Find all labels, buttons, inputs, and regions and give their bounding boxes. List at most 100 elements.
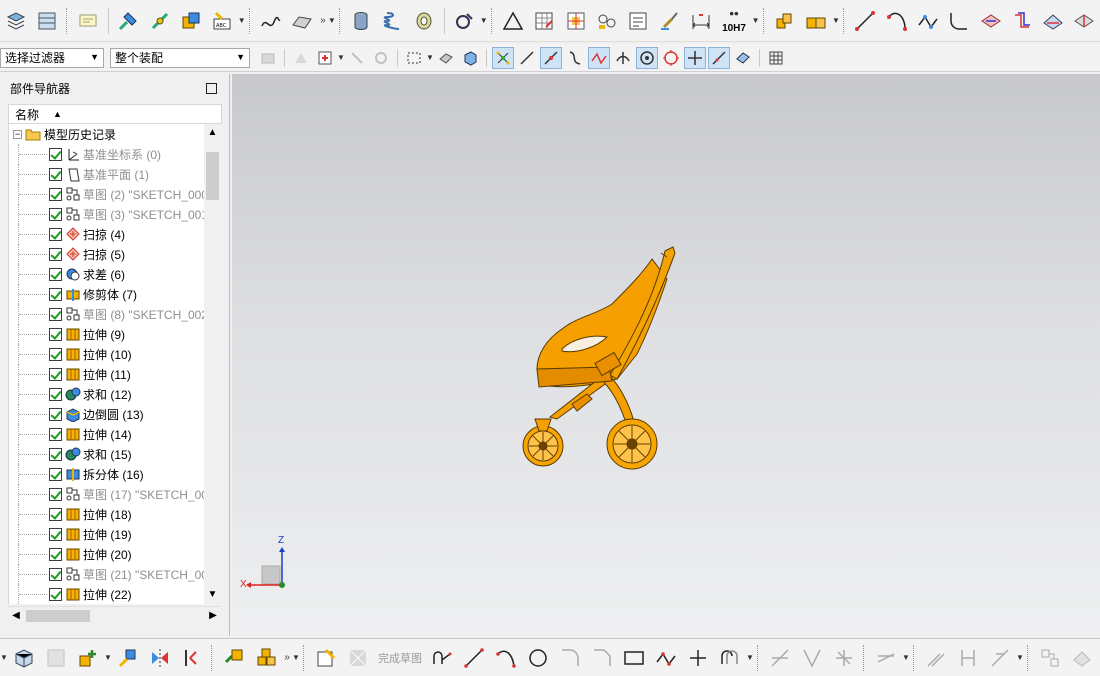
tree-row[interactable]: 基准坐标系 (0) <box>9 144 208 164</box>
quick-extend-icon[interactable] <box>798 644 826 672</box>
tree-row[interactable]: 基准平面 (1) <box>9 164 208 184</box>
tree-row[interactable]: 草图 (17) "SKETCH_00 <box>9 484 208 504</box>
sketch-offset-icon[interactable] <box>716 644 744 672</box>
select-features-icon[interactable] <box>290 47 312 69</box>
visibility-checkbox[interactable] <box>49 547 62 561</box>
bearing-icon[interactable] <box>410 7 437 35</box>
visibility-checkbox[interactable] <box>49 567 62 581</box>
name-column-header[interactable]: 名称 ▲ <box>8 104 222 124</box>
snap-center-icon[interactable] <box>636 46 658 69</box>
associative-constraint-icon[interactable] <box>922 644 950 672</box>
general-selection-icon[interactable] <box>314 47 336 69</box>
tree-row[interactable]: 求和 (15) <box>9 444 208 464</box>
maximize-icon[interactable] <box>206 82 217 94</box>
visibility-checkbox[interactable] <box>49 187 62 201</box>
scroll-right-icon[interactable]: ▶ <box>205 607 221 625</box>
tree-row[interactable]: 草图 (3) "SKETCH_001 <box>9 204 208 224</box>
display-constraints-icon[interactable] <box>954 644 982 672</box>
snap-curve-icon[interactable] <box>564 47 586 69</box>
snap-face-icon[interactable] <box>732 47 754 69</box>
stroller-model[interactable] <box>517 239 717 479</box>
brush-icon[interactable] <box>656 7 683 35</box>
tree-row[interactable]: 扫掠 (4) <box>9 224 208 244</box>
sketch-fillet-icon[interactable] <box>556 644 584 672</box>
tree-row[interactable]: 拉伸 (9) <box>9 324 208 344</box>
visibility-checkbox[interactable] <box>49 587 62 601</box>
finish-sketch-label[interactable]: 完成草图 <box>378 650 422 666</box>
wave-geometry-icon[interactable] <box>42 644 70 672</box>
assembly-icon[interactable] <box>771 7 798 35</box>
tree-row[interactable]: 求差 (6) <box>9 264 208 284</box>
visibility-checkbox[interactable] <box>49 247 62 261</box>
drafting-icon[interactable]: ABC <box>208 7 235 35</box>
weld-icon[interactable] <box>593 7 620 35</box>
tree-row[interactable]: 边倒圆 (13) <box>9 404 208 424</box>
vertical-scrollbar[interactable]: ▲ ▼ <box>204 124 221 604</box>
triangle-icon[interactable] <box>500 7 527 35</box>
tree-row[interactable]: 拉伸 (19) <box>9 524 208 544</box>
new-component-icon[interactable] <box>803 7 830 35</box>
section-curve-icon[interactable] <box>1071 7 1098 35</box>
sketch-line-icon[interactable] <box>460 644 488 672</box>
select-tangent-icon[interactable] <box>370 47 392 69</box>
tree-row[interactable]: 拉伸 (10) <box>9 344 208 364</box>
fillet-curve-icon[interactable] <box>946 7 973 35</box>
tree-row[interactable]: 草图 (21) "SKETCH_00 <box>9 564 208 584</box>
tree-row[interactable]: 拆分体 (16) <box>9 464 208 484</box>
sketch-spline-icon[interactable] <box>652 644 680 672</box>
tree-row[interactable]: 求和 (12) <box>9 384 208 404</box>
sketch-relations-icon[interactable] <box>1036 644 1064 672</box>
visibility-checkbox[interactable] <box>49 307 62 321</box>
visibility-checkbox[interactable] <box>49 267 62 281</box>
visibility-checkbox[interactable] <box>49 367 62 381</box>
offset-curve-icon[interactable] <box>1008 7 1035 35</box>
intersection-curve-icon[interactable] <box>1039 7 1066 35</box>
rectangle-select-icon[interactable] <box>403 47 425 69</box>
tree-row[interactable]: 拉伸 (18) <box>9 504 208 524</box>
visibility-checkbox[interactable] <box>49 147 62 161</box>
snap-midpoint-icon[interactable] <box>540 46 562 69</box>
tree-row[interactable]: 拉伸 (20) <box>9 544 208 564</box>
tree-row[interactable]: 扫掠 (5) <box>9 244 208 264</box>
subassembly-icon[interactable] <box>252 644 280 672</box>
tree-row[interactable]: 草图 (8) "SKETCH_002 <box>9 304 208 324</box>
snap-grid-icon[interactable] <box>765 47 787 69</box>
tree-row[interactable]: 拉伸 (11) <box>9 364 208 384</box>
visibility-checkbox[interactable] <box>49 407 62 421</box>
surface-icon[interactable] <box>289 7 316 35</box>
move-component-icon[interactable] <box>115 7 142 35</box>
sketch-rectangle-icon[interactable] <box>620 644 648 672</box>
snap-line-icon[interactable] <box>516 47 538 69</box>
tolerance-icon[interactable]: 10H7 <box>718 7 749 35</box>
note-icon[interactable] <box>625 7 652 35</box>
assembly-navigator-icon[interactable] <box>10 644 38 672</box>
sketch-chamfer-icon[interactable] <box>588 644 616 672</box>
hscroll-thumb[interactable] <box>26 610 90 622</box>
collapse-toggle-icon[interactable]: − <box>13 129 22 139</box>
mirror-assembly-icon[interactable] <box>146 644 174 672</box>
scroll-left-icon[interactable]: ◀ <box>8 607 24 625</box>
sketch-circle-icon[interactable] <box>524 644 552 672</box>
visibility-checkbox[interactable] <box>49 167 62 181</box>
component-pattern-icon[interactable] <box>220 644 248 672</box>
cylinder-icon[interactable] <box>348 7 375 35</box>
visibility-checkbox[interactable] <box>49 347 62 361</box>
sketch-arc-icon[interactable] <box>492 644 520 672</box>
snap-tangent-icon[interactable] <box>612 47 634 69</box>
snap-intersection-icon[interactable] <box>684 46 706 69</box>
arc-icon[interactable] <box>883 7 910 35</box>
visibility-checkbox[interactable] <box>49 467 62 481</box>
visibility-checkbox[interactable] <box>49 527 62 541</box>
visibility-checkbox[interactable] <box>49 487 62 501</box>
add-existing-icon[interactable] <box>74 644 102 672</box>
profile-icon[interactable] <box>428 644 456 672</box>
spring-icon[interactable] <box>379 7 406 35</box>
scroll-up-icon[interactable]: ▲ <box>204 124 221 142</box>
tree-row[interactable]: 草图 (2) "SKETCH_000 <box>9 184 208 204</box>
scroll-down-icon[interactable]: ▼ <box>204 586 221 604</box>
scroll-thumb[interactable] <box>206 152 219 200</box>
component-selection-icon[interactable] <box>257 47 279 69</box>
selection-filter-dropdown[interactable]: 选择过滤器 ▼ <box>0 47 104 68</box>
layer-visibility-icon[interactable] <box>33 7 60 35</box>
visibility-checkbox[interactable] <box>49 447 62 461</box>
